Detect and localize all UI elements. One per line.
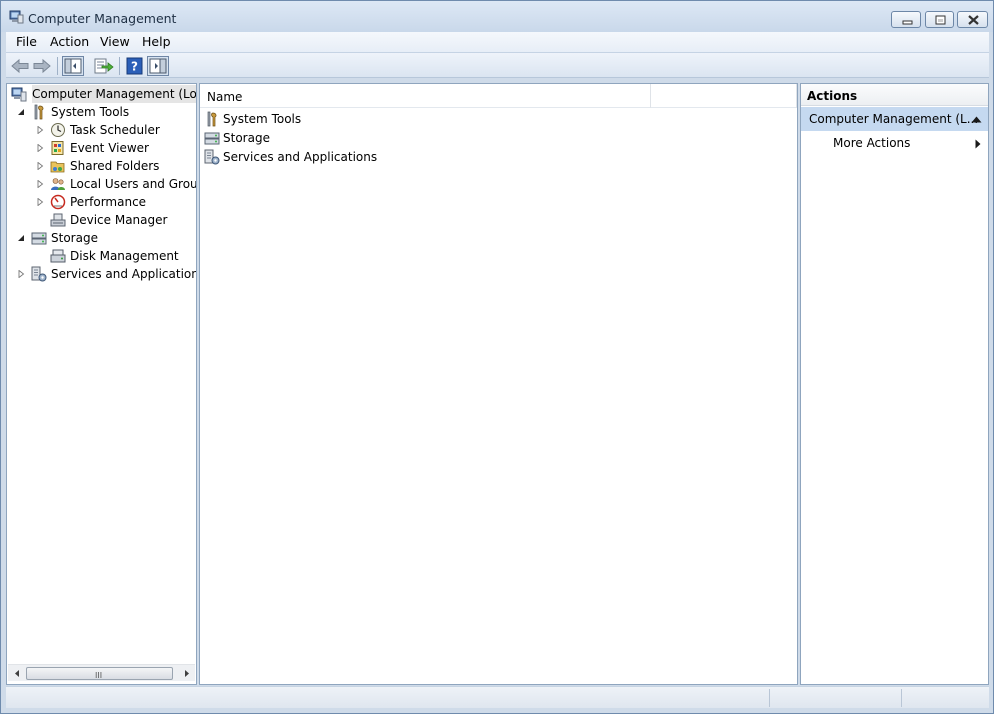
- list-header: Name: [200, 84, 797, 108]
- menu-file[interactable]: File: [16, 34, 37, 49]
- tree-item-task-scheduler[interactable]: Task Scheduler: [7, 121, 196, 139]
- tree-item-shared-folders[interactable]: Shared Folders: [7, 157, 196, 175]
- tree-item-label: Local Users and Groups: [70, 177, 197, 191]
- list-item-system-tools[interactable]: System Tools: [204, 110, 504, 129]
- expand-triangle-icon[interactable]: [36, 198, 44, 206]
- more-actions-item[interactable]: More Actions: [833, 136, 983, 152]
- back-arrow-icon[interactable]: [9, 56, 31, 76]
- title-bar[interactable]: Computer Management: [1, 1, 993, 32]
- tree-item-label: Device Manager: [70, 213, 168, 227]
- help-icon[interactable]: ?: [124, 56, 146, 76]
- status-separator: [769, 689, 770, 707]
- tree-item-label: Computer Management (Local: [32, 85, 196, 103]
- computer-management-window: Computer Management File Action View Hel…: [0, 0, 994, 714]
- column-header-name[interactable]: Name: [200, 84, 651, 108]
- users-icon: [51, 178, 65, 190]
- status-bar: [6, 686, 989, 708]
- tree-item-label: Task Scheduler: [70, 123, 160, 137]
- tree-item-label: Disk Management: [70, 249, 179, 263]
- toolbar-separator: [57, 57, 58, 75]
- menu-bar: File Action View Help: [6, 32, 989, 53]
- actions-section-computer-management[interactable]: Computer Management (L...: [801, 107, 988, 131]
- window-title: Computer Management: [28, 11, 177, 26]
- status-separator: [901, 689, 902, 707]
- list-item-label: System Tools: [223, 112, 302, 126]
- scroll-left-arrow-icon[interactable]: [10, 667, 24, 680]
- svg-text:?: ?: [131, 60, 138, 74]
- actions-pane-header: Actions: [801, 84, 988, 106]
- tree-item-system-tools[interactable]: System Tools: [7, 103, 196, 121]
- tree-item-label: System Tools: [51, 105, 130, 119]
- menu-action[interactable]: Action: [50, 34, 89, 49]
- list-item-services-and-applications[interactable]: Services and Applications: [204, 148, 504, 167]
- storage-icon: [204, 132, 220, 145]
- forward-arrow-icon[interactable]: [31, 56, 53, 76]
- tree-item-label: Event Viewer: [70, 141, 149, 155]
- collapse-triangle-icon[interactable]: [17, 234, 25, 242]
- console-tree-pane[interactable]: Computer Management (Local System Tools …: [6, 83, 197, 685]
- column-header-label: Name: [207, 90, 243, 104]
- menu-help[interactable]: Help: [142, 34, 171, 49]
- tree-item-label: Performance: [70, 195, 147, 209]
- collapse-up-arrow-icon[interactable]: [971, 116, 982, 123]
- tree-item-label: Shared Folders: [70, 159, 160, 173]
- disk-icon: [50, 249, 66, 263]
- restore-button[interactable]: [925, 11, 954, 28]
- expand-triangle-icon[interactable]: [36, 144, 44, 152]
- tree-item-device-manager[interactable]: Device Manager: [7, 211, 196, 229]
- event-viewer-icon: [51, 141, 64, 155]
- clock-icon: [51, 123, 65, 137]
- expand-triangle-icon[interactable]: [17, 270, 25, 278]
- device-manager-icon: [50, 213, 66, 227]
- services-icon: [204, 149, 220, 165]
- expand-triangle-icon[interactable]: [36, 180, 44, 188]
- computer-management-icon: [9, 10, 24, 24]
- close-button[interactable]: [957, 11, 988, 28]
- list-item-label: Services and Applications: [223, 150, 378, 164]
- scroll-thumb-grip: III: [95, 671, 103, 680]
- performance-icon: [50, 194, 66, 210]
- tree-item-event-viewer[interactable]: Event Viewer: [7, 139, 196, 157]
- minimize-icon: [902, 20, 913, 25]
- collapse-triangle-icon[interactable]: [17, 108, 25, 116]
- close-icon: [968, 15, 979, 25]
- submenu-arrow-icon: [975, 139, 981, 149]
- minimize-button[interactable]: [891, 11, 921, 28]
- show-hide-action-pane-icon[interactable]: [147, 56, 169, 76]
- result-list-pane[interactable]: Name System Tools Storage Services and A…: [199, 83, 798, 685]
- storage-icon: [31, 232, 47, 245]
- actions-pane: Actions Computer Management (L... More A…: [800, 83, 989, 685]
- tools-icon: [34, 104, 44, 120]
- list-item-label: Storage: [223, 131, 270, 145]
- actions-section-label: Computer Management (L...: [809, 112, 979, 126]
- toolbar: ?: [6, 53, 989, 78]
- tree-item-label: Storage: [51, 231, 98, 245]
- computer-management-icon: [11, 87, 27, 102]
- tree-item-storage[interactable]: Storage: [7, 229, 196, 247]
- expand-triangle-icon[interactable]: [36, 162, 44, 170]
- scroll-thumb[interactable]: III: [26, 667, 173, 680]
- restore-icon: [935, 15, 946, 25]
- actions-title: Actions: [807, 89, 858, 103]
- export-list-icon[interactable]: [92, 56, 114, 76]
- list-item-storage[interactable]: Storage: [204, 129, 504, 148]
- services-icon: [31, 266, 47, 282]
- tree-item-services-and-applications[interactable]: Services and Applications: [7, 265, 197, 283]
- expand-triangle-icon[interactable]: [36, 126, 44, 134]
- tree-horizontal-scrollbar[interactable]: III: [8, 664, 195, 681]
- menu-view[interactable]: View: [100, 34, 130, 49]
- more-actions-label: More Actions: [833, 136, 911, 150]
- tools-icon: [207, 111, 217, 127]
- column-header-empty[interactable]: [652, 84, 797, 108]
- shared-folder-icon: [50, 161, 65, 173]
- toolbar-separator: [119, 57, 120, 75]
- tree-item-label: Services and Applications: [51, 267, 197, 281]
- scroll-right-arrow-icon[interactable]: [180, 667, 194, 680]
- tree-item-disk-management[interactable]: Disk Management: [7, 247, 196, 265]
- tree-item-local-users-and-groups[interactable]: Local Users and Groups: [7, 175, 197, 193]
- show-hide-console-tree-icon[interactable]: [62, 56, 84, 76]
- tree-item-performance[interactable]: Performance: [7, 193, 196, 211]
- tree-item-computer-management[interactable]: Computer Management (Local: [7, 85, 196, 103]
